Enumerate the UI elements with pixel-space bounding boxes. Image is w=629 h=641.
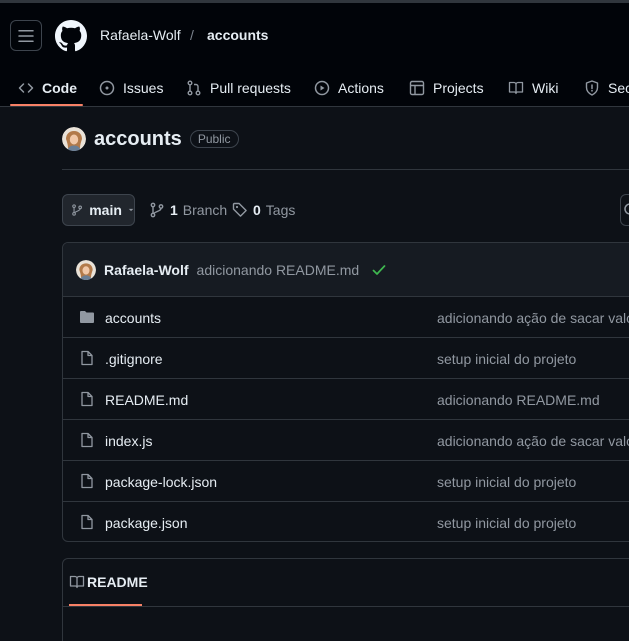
file-name[interactable]: .gitignore [105,351,163,367]
file-name[interactable]: package-lock.json [105,474,217,490]
github-logo-icon[interactable] [55,20,87,52]
file-commit-message[interactable]: setup inicial do projeto [437,351,576,367]
file-name[interactable]: accounts [105,310,161,326]
tags-link[interactable]: 0 Tags [232,202,295,218]
repo-nav-tabs: Code Issues Pull requests Actions Projec… [0,72,629,104]
hamburger-icon [18,29,34,42]
tab-label: Code [42,80,77,96]
code-icon [18,83,34,93]
chevron-down-icon [128,208,134,212]
breadcrumb-owner[interactable]: Rafaela-Wolf [100,27,181,43]
shield-icon [585,80,599,96]
page: Rafaela-Wolf / accounts Code Issues Pull… [0,0,629,641]
file-commit-message[interactable]: adicionando ação de sacar valo [437,310,629,326]
play-icon [314,80,330,96]
breadcrumb-repo[interactable]: accounts [207,27,268,43]
search-icon [624,203,629,215]
tab-wiki[interactable]: Wiki [508,72,558,104]
tab-label: Wiki [532,80,559,96]
file-icon [81,432,93,448]
file-commit-message[interactable]: setup inicial do projeto [437,515,576,531]
tab-readme[interactable]: README [69,574,148,590]
file-name[interactable]: index.js [105,433,152,449]
file-commit-message[interactable]: setup inicial do projeto [437,474,576,490]
repo-heading: accounts Public [62,126,239,152]
tag-count-label: Tags [265,202,296,218]
repo-title[interactable]: accounts [94,128,182,151]
tag-icon [232,202,247,217]
book-icon [508,81,524,95]
branch-select-button[interactable]: main [62,194,135,226]
file-icon [81,350,93,366]
table-icon [409,80,425,96]
readme-panel [62,558,629,641]
file-row[interactable]: index.js adicionando ação de sacar valo [63,420,629,461]
file-row[interactable]: accounts adicionando ação de sacar valo [63,297,629,338]
branch-count: 1 [170,202,178,218]
menu-button[interactable] [10,20,42,51]
file-browser: Rafaela-Wolf adicionando README.md accou… [62,242,629,542]
pull-request-icon [187,80,201,96]
branches-link[interactable]: 1 Branch [149,202,227,218]
tab-projects[interactable]: Projects [409,72,484,104]
branch-count-label: Branch [182,202,228,218]
file-name[interactable]: README.md [105,392,188,408]
branch-icon [150,202,164,218]
issue-icon [99,80,115,96]
file-row[interactable]: package-lock.json setup inicial do proje… [63,461,629,502]
tab-label: Issues [123,80,164,96]
tab-code[interactable]: Code [18,72,77,104]
avatar[interactable] [76,259,96,280]
readme-divider [63,606,629,607]
commit-author[interactable]: Rafaela-Wolf [104,262,189,278]
tab-pull-requests[interactable]: Pull requests [186,72,291,104]
file-row[interactable]: .gitignore setup inicial do projeto [63,338,629,379]
file-row[interactable]: package.json setup inicial do projeto [63,502,629,541]
latest-commit-bar: Rafaela-Wolf adicionando README.md [63,243,629,297]
avatar[interactable] [62,127,86,151]
breadcrumb-separator: / [190,27,194,43]
app-header: Rafaela-Wolf / accounts Code Issues Pull… [0,3,629,107]
file-row[interactable]: README.md adicionando README.md [63,379,629,420]
tab-actions[interactable]: Actions [314,72,384,104]
visibility-badge: Public [189,130,239,148]
commit-message[interactable]: adicionando README.md [197,262,360,278]
readme-tab-label: README [87,574,148,590]
branch-name: main [89,202,122,218]
tag-count: 0 [253,202,261,218]
tab-issues[interactable]: Issues [99,72,163,104]
book-icon [69,575,85,589]
file-icon [81,473,93,489]
tab-label: Actions [338,80,384,96]
tab-label: Sec [608,80,629,96]
branch-icon [72,204,82,216]
section-divider [62,169,629,170]
check-icon[interactable] [371,262,387,278]
folder-icon [80,311,94,323]
file-commit-message[interactable]: adicionando ação de sacar valo [437,433,629,449]
file-name[interactable]: package.json [105,515,188,531]
tab-security[interactable]: Sec [584,72,629,104]
file-icon [81,391,93,407]
tab-label: Projects [433,80,484,96]
file-commit-message[interactable]: adicionando README.md [437,392,600,408]
file-icon [81,514,93,530]
active-tab-indicator [10,104,83,106]
tab-label: Pull requests [210,80,291,96]
go-to-file-search[interactable] [620,194,629,226]
